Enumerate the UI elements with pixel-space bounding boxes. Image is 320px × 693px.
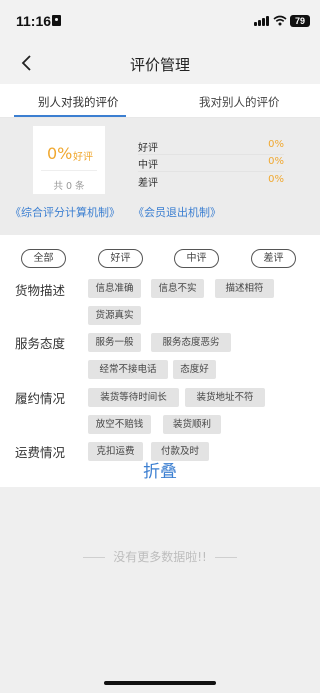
status-time: 11:16 [16,13,52,29]
home-indicator [104,681,216,685]
category-label-fulfillment: 履约情况 [15,391,66,406]
rate-label: 好评 [138,143,158,154]
tag-chip[interactable]: 描述相符 [215,279,274,298]
tag-chip[interactable]: 经常不接电话 [88,360,168,379]
rate-value: 0% [268,156,284,167]
divider [41,170,97,171]
rate-label: 中评 [138,160,158,171]
rate-row-good: 好评 0% [138,139,284,154]
status-bar: 11:16 79 [0,0,320,44]
divider [138,154,284,155]
filter-bad[interactable]: 差评 [251,249,296,268]
review-filters: 全部 好评 中评 差评 货物描述 信息准确 信息不实 描述相符 货源真实 服务态… [0,235,320,487]
tag-chip[interactable]: 服务一般 [88,333,141,352]
tag-chip[interactable]: 装货地址不符 [185,388,265,407]
rate-label: 差评 [138,178,158,189]
tab-bar: 别人对我的评价 我对别人的评价 [0,84,320,118]
active-tab-indicator [14,115,126,117]
no-more-data: 没有更多数据啦!! [0,548,320,565]
tag-chip[interactable]: 信息准确 [88,279,141,298]
tab-given-reviews[interactable]: 我对别人的评价 [199,94,280,110]
tag-chip[interactable]: 货源真实 [88,306,141,325]
review-total: 共 0 条 [53,181,85,192]
score-percent: 0% [47,144,73,163]
rate-value: 0% [268,139,284,150]
member-exit-link[interactable]: 《会员退出机制》 [133,204,221,220]
filter-medium[interactable]: 中评 [174,249,219,268]
score-label: 好评 [73,152,93,163]
tag-chip[interactable]: 信息不实 [151,279,204,298]
category-label-service: 服务态度 [15,336,66,351]
nav-bar: 评价管理 [0,44,320,84]
category-label-goods: 货物描述 [15,283,66,298]
filter-good[interactable]: 好评 [98,249,143,268]
signal-icon [254,16,270,26]
divider [138,171,284,172]
score-mechanism-link[interactable]: 《综合评分计算机制》 [10,204,120,220]
tag-chip[interactable]: 态度好 [173,360,216,379]
page-title: 评价管理 [129,56,190,74]
collapse-button[interactable]: 折叠 [0,457,320,482]
rating-summary: 0% 好评 共 0 条 好评 0% 中评 0% 差评 0% 《综合评分计算机制》… [0,118,320,235]
rate-row-bad: 差评 0% [138,174,284,189]
filter-all[interactable]: 全部 [21,249,66,268]
tag-chip[interactable]: 服务态度恶劣 [151,333,231,352]
battery-icon: 79 [290,15,310,27]
tag-chip[interactable]: 装货顺利 [163,415,221,434]
rate-value: 0% [268,174,284,185]
lock-icon [52,15,61,26]
divider [83,557,106,558]
rate-row-medium: 中评 0% [138,156,284,171]
tag-chip[interactable]: 装货等待时间长 [88,388,179,407]
no-more-text: 没有更多数据啦!! [113,550,207,564]
wifi-icon [273,15,287,26]
tab-received-reviews[interactable]: 别人对我的评价 [38,94,119,110]
divider [214,557,237,558]
tag-chip[interactable]: 放空不赔钱 [88,415,151,434]
score-card: 0% 好评 共 0 条 [33,126,105,194]
